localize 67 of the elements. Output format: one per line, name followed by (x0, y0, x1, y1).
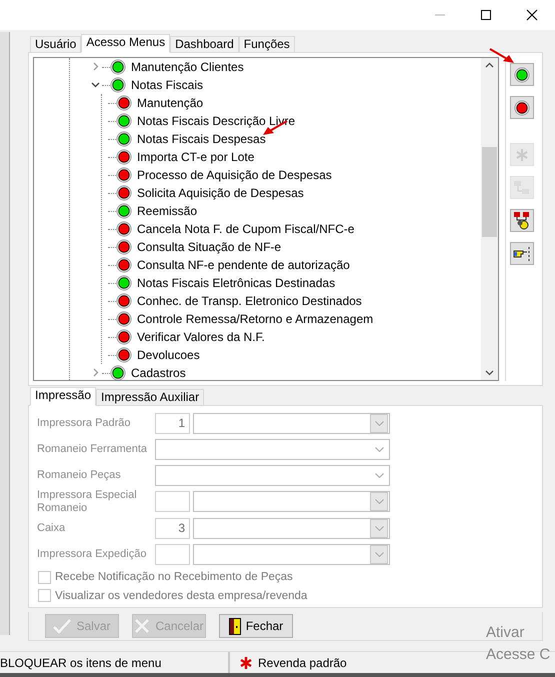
field-label: Impressora Especial Romaneio (37, 488, 138, 515)
dropdown[interactable] (193, 491, 390, 512)
close-icon (526, 9, 538, 21)
tree-item[interactable]: Importa CT-e por Lote (137, 150, 254, 164)
dropdown[interactable] (193, 412, 390, 434)
allow-button[interactable] (510, 63, 534, 86)
field-label: Romaneio Ferramenta (37, 442, 148, 456)
tree-item[interactable]: Devolucoes (137, 348, 200, 362)
maximize-icon (480, 9, 492, 21)
dropdown[interactable] (155, 438, 390, 460)
tree-item[interactable]: Processo de Aquisição de Despesas (137, 168, 332, 182)
code-field[interactable]: 1 (155, 412, 190, 434)
asterisk-icon (240, 656, 252, 668)
scrollbar[interactable] (481, 58, 498, 380)
tree-item[interactable]: Verificar Valores da N.F. (137, 330, 265, 344)
checkbox-label: Visualizar os vendedores desta empresa/revenda (55, 590, 308, 602)
tab[interactable]: Usuário (30, 36, 82, 53)
door-icon (228, 618, 241, 634)
network-user-button[interactable] (510, 209, 534, 232)
cross-icon (134, 618, 150, 634)
tree-item[interactable]: Manutenção (137, 96, 204, 110)
network-icon (513, 178, 531, 196)
tree-item[interactable]: Consulta NF-e pendente de autorização (137, 258, 350, 272)
tree-item[interactable]: Consulta Situação de NF-e (137, 240, 282, 254)
field-label: Impressora Expedição (37, 548, 148, 562)
dropdown[interactable] (193, 518, 390, 540)
code-field[interactable]: 3 (155, 518, 190, 540)
tab[interactable]: Dashboard (170, 36, 239, 53)
network-user-icon (513, 210, 531, 230)
status-light-icon (514, 100, 530, 116)
dropdown[interactable] (155, 464, 390, 486)
tree-item[interactable]: Cadastros (131, 366, 186, 380)
code-field[interactable] (155, 544, 190, 566)
tree-item[interactable]: Notas Fiscais (131, 78, 204, 92)
pointer-button[interactable] (510, 242, 534, 265)
code-field[interactable] (155, 491, 190, 512)
checkbox[interactable] (38, 570, 51, 584)
tree-item[interactable]: Cancela Nota F. de Cupom Fiscal/NFC-e (137, 222, 354, 236)
asterisk-icon (515, 148, 529, 162)
activation-notice: Acesse C (486, 646, 552, 664)
status-light-icon (514, 66, 530, 82)
action-button[interactable]: Fechar (219, 614, 293, 638)
tab[interactable]: Impressão Auxiliar (96, 389, 204, 406)
tree-item[interactable]: Notas Fiscais Eletrônicas Destinadas (137, 276, 336, 290)
check-icon (53, 618, 72, 634)
scroll-thumb[interactable] (482, 147, 497, 237)
checkbox-label: Recebe Notificação no Recebimento de Peças (55, 571, 293, 584)
status-text: Revenda padrão (258, 656, 347, 670)
block-button[interactable] (510, 96, 534, 119)
tree-item[interactable]: Solicita Aquisição de Despesas (137, 186, 304, 200)
tree-item[interactable]: Conhec. de Transp. Eletronico Destinados (137, 294, 362, 308)
tab[interactable]: Impressão (30, 387, 96, 406)
pointing-hand-icon (513, 246, 531, 262)
tab[interactable]: Funções (238, 36, 295, 53)
field-label: Impressora Padrão (37, 416, 132, 430)
tree-item[interactable]: Manutenção Clientes (131, 60, 244, 74)
activation-notice: Ativar (486, 624, 526, 642)
checkbox[interactable] (38, 589, 51, 602)
field-label: Caixa (37, 522, 66, 536)
field-label: Romaneio Peças (37, 468, 122, 482)
tree-item[interactable]: Notas Fiscais Despesas (137, 132, 266, 146)
status-text: BLOQUEAR os itens de menu (0, 656, 162, 670)
dropdown[interactable] (193, 544, 390, 566)
tree-item[interactable]: Controle Remessa/Retorno e Armazenagem (137, 312, 374, 326)
tab[interactable]: Acesso Menus (81, 34, 170, 53)
tree-item[interactable]: Reemissão (137, 204, 198, 218)
annotation-arrow (489, 48, 515, 64)
